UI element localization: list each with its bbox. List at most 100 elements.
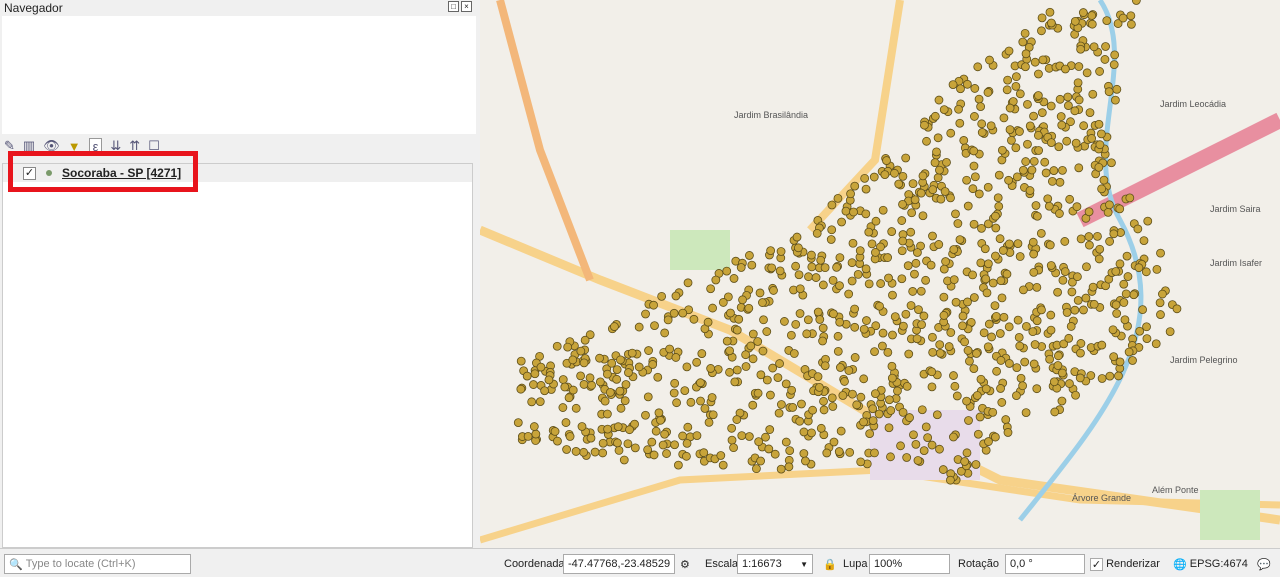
map-point [1012,172,1022,182]
coordinate-input[interactable]: -47.47768,-23.48529 [563,554,675,574]
mouse-icon[interactable]: ⚙ [680,554,690,574]
rotation-input[interactable]: 0,0 ° [1005,554,1085,574]
map-point [1030,340,1040,349]
map-point [946,128,956,138]
map-point [991,251,1000,261]
map-point [921,422,931,432]
rotation-label: Rotação [958,558,999,570]
map-point [1139,236,1149,246]
map-point [535,397,545,407]
map-point [906,301,916,310]
map-point [513,418,523,428]
map-point [935,444,944,454]
map-point [1118,13,1128,23]
map-point [598,438,608,448]
map-point [908,287,918,296]
map-point [1021,408,1031,418]
map-point [850,353,860,362]
map-point [898,199,907,209]
map-point [969,161,979,171]
map-point [732,415,742,424]
map-point [917,405,927,415]
map-point [1089,42,1099,52]
map-point [730,377,740,387]
map-point [953,219,963,228]
map-point [1055,209,1064,218]
map-point [975,412,985,422]
map-point [1005,103,1015,113]
map-point [954,104,963,114]
map-point [536,362,546,372]
map-point [987,332,996,342]
map-point [580,335,590,345]
map-point [963,201,973,211]
map-point [725,346,735,356]
map-point [833,346,843,356]
map-point [808,405,818,415]
map-point [946,328,956,337]
map-point [997,398,1007,407]
map-point [976,374,986,384]
map-point [859,324,869,334]
map-point [1094,162,1104,172]
magnifier-input[interactable]: 100% [869,554,950,574]
map-point [1082,68,1092,78]
map-point [862,316,871,325]
close-panel-button[interactable]: × [461,1,472,12]
map-point [1066,322,1076,331]
map-point [901,153,911,163]
map-point [941,257,950,266]
map-point [643,392,653,402]
map-point [748,354,758,364]
map-point [1131,0,1141,5]
map-point [853,270,863,279]
map-point [1097,340,1107,350]
chevron-down-icon[interactable]: ▼ [800,560,808,569]
map-point [670,440,679,450]
map-point [1088,89,1098,99]
map-svg[interactable] [480,0,1280,548]
map-point [682,362,692,372]
map-point [1112,309,1122,318]
map-point [969,293,979,302]
float-panel-button[interactable]: □ [448,1,459,12]
scale-combo[interactable]: 1:16673 ▼ [737,554,813,574]
locate-input[interactable]: 🔍 Type to locate (Ctrl+K) [4,554,191,574]
map-point [540,386,550,396]
map-point [696,396,705,406]
map-point [1114,371,1123,381]
crs-label[interactable]: EPSG:4674 [1190,558,1248,570]
map-point [972,349,981,358]
map-point [836,426,846,436]
lock-icon[interactable]: 🔒 [823,554,837,574]
map-point [869,172,879,182]
map-point [1013,315,1023,325]
map-point [1119,279,1129,289]
map-canvas[interactable]: Jardim Brasilândia Jardim Leocádia Jardi… [480,0,1280,548]
map-point [1021,49,1031,59]
map-point [781,379,791,389]
map-point [692,357,702,367]
map-point [1084,232,1094,241]
map-point [960,457,970,466]
render-checkbox[interactable]: ✓ [1090,557,1103,571]
map-point [600,396,610,406]
map-point [907,208,917,218]
map-point [1031,201,1041,210]
map-point [1058,275,1068,285]
messages-icon[interactable]: 💬 [1257,554,1271,574]
map-point [927,440,937,450]
map-point [523,432,533,441]
road [496,0,594,282]
map-point [1015,252,1025,261]
map-point [933,133,943,143]
map-point [727,423,737,433]
map-point [807,262,817,272]
map-point [773,373,783,383]
map-point [1030,57,1040,67]
globe-icon[interactable]: 🌐 [1173,558,1187,571]
map-point [818,336,827,346]
map-point [769,286,778,295]
map-point [1046,310,1056,320]
map-point [1054,142,1064,152]
